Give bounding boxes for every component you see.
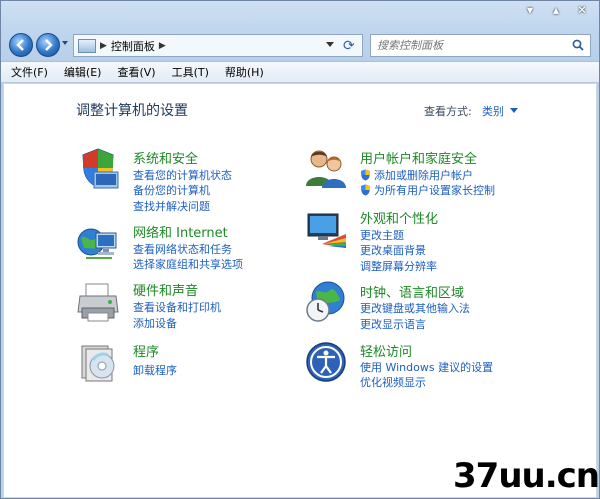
navigation-bar: ▶ 控制面板 ▶ ⟳ (1, 29, 599, 61)
chevron-right-icon[interactable]: ▶ (159, 41, 166, 51)
uac-shield-icon (361, 184, 370, 196)
category-title-system-security[interactable]: 系统和安全 (133, 148, 198, 167)
search-box[interactable] (370, 34, 591, 57)
link-change-input-method[interactable]: 更改键盘或其他输入法 (360, 300, 470, 316)
link-change-desktop-background[interactable]: 更改桌面背景 (360, 242, 426, 258)
monitor-palette-icon[interactable] (304, 208, 348, 252)
close-button[interactable]: ✕ (569, 1, 595, 19)
refresh-icon[interactable]: ⟳ (343, 38, 359, 54)
link-parental-controls[interactable]: 为所有用户设置家长控制 (360, 182, 495, 198)
maximize-button[interactable]: ▴ (543, 1, 569, 19)
view-by-label: 查看方式: (424, 105, 472, 118)
menu-help[interactable]: 帮助(H) (225, 64, 264, 80)
link-homegroup-sharing[interactable]: 选择家庭组和共享选项 (133, 256, 243, 272)
link-windows-suggested-settings[interactable]: 使用 Windows 建议的设置 (360, 359, 493, 375)
link-add-remove-accounts-label[interactable]: 添加或删除用户帐户 (374, 169, 473, 182)
category-title-user-accounts[interactable]: 用户帐户和家庭安全 (360, 148, 477, 167)
chevron-right-icon[interactable]: ▶ (100, 41, 107, 51)
search-input[interactable] (377, 39, 567, 52)
arrow-right-icon (45, 39, 53, 51)
link-parental-controls-label[interactable]: 为所有用户设置家长控制 (374, 184, 495, 197)
users-icon[interactable] (304, 146, 348, 190)
category-title-appearance[interactable]: 外观和个性化 (360, 208, 438, 227)
content-pane: 调整计算机的设置 查看方式: 类别 系统和安全 查看您的计算机状态 备份您的计算… (3, 83, 597, 498)
programs-icon[interactable] (76, 340, 120, 384)
address-bar[interactable]: ▶ 控制面板 ▶ (73, 34, 363, 57)
arrow-left-icon (16, 39, 24, 51)
menu-tools[interactable]: 工具(T) (172, 64, 209, 80)
page-title: 调整计算机的设置 (76, 103, 188, 119)
minimize-button[interactable]: ▾ (517, 1, 543, 19)
address-history-dropdown[interactable] (326, 42, 334, 47)
category-title-hardware-sound[interactable]: 硬件和声音 (133, 280, 198, 299)
category-title-network-internet[interactable]: 网络和 Internet (133, 222, 228, 241)
link-devices-printers[interactable]: 查看设备和打印机 (133, 299, 221, 315)
site-watermark: 37uu.cn (453, 456, 600, 496)
printer-icon[interactable] (76, 280, 120, 324)
category-title-ease-of-access[interactable]: 轻松访问 (360, 341, 412, 360)
link-change-display-language[interactable]: 更改显示语言 (360, 316, 426, 332)
link-uninstall-program[interactable]: 卸载程序 (133, 362, 177, 378)
link-change-theme[interactable]: 更改主题 (360, 227, 404, 243)
control-panel-window: ▾ ▴ ✕ ▶ 控制面板 ▶ ⟳ 文件(F) 编辑(E) 查看( (0, 0, 600, 499)
search-icon[interactable] (572, 39, 584, 51)
shield-icon[interactable] (76, 146, 120, 190)
menu-bar: 文件(F) 编辑(E) 查看(V) 工具(T) 帮助(H) (1, 61, 599, 83)
category-title-clock-language-region[interactable]: 时钟、语言和区域 (360, 282, 464, 301)
link-network-status[interactable]: 查看网络状态和任务 (133, 241, 232, 257)
globe-clock-icon[interactable] (304, 280, 348, 324)
link-optimize-display[interactable]: 优化视频显示 (360, 374, 426, 390)
category-title-programs[interactable]: 程序 (133, 341, 159, 360)
network-icon[interactable] (76, 220, 120, 264)
link-backup-computer[interactable]: 备份您的计算机 (133, 182, 210, 198)
link-add-device[interactable]: 添加设备 (133, 315, 177, 331)
link-add-remove-accounts[interactable]: 添加或删除用户帐户 (360, 167, 473, 183)
caption-buttons: ▾ ▴ ✕ (517, 1, 595, 21)
link-adjust-resolution[interactable]: 调整屏幕分辨率 (360, 258, 437, 274)
menu-file[interactable]: 文件(F) (11, 64, 48, 80)
view-by-dropdown[interactable]: 类别 (482, 103, 504, 119)
uac-shield-icon (361, 169, 370, 181)
menu-edit[interactable]: 编辑(E) (64, 64, 102, 80)
menu-view[interactable]: 查看(V) (117, 64, 155, 80)
chevron-down-icon[interactable] (510, 108, 518, 113)
accessibility-icon[interactable] (304, 340, 348, 384)
forward-button[interactable] (36, 33, 60, 57)
recent-pages-dropdown[interactable] (62, 41, 68, 45)
back-button[interactable] (9, 33, 33, 57)
link-view-computer-status[interactable]: 查看您的计算机状态 (133, 167, 232, 183)
link-troubleshoot[interactable]: 查找并解决问题 (133, 198, 210, 214)
address-path[interactable]: 控制面板 (111, 38, 155, 54)
control-panel-icon (78, 38, 96, 53)
